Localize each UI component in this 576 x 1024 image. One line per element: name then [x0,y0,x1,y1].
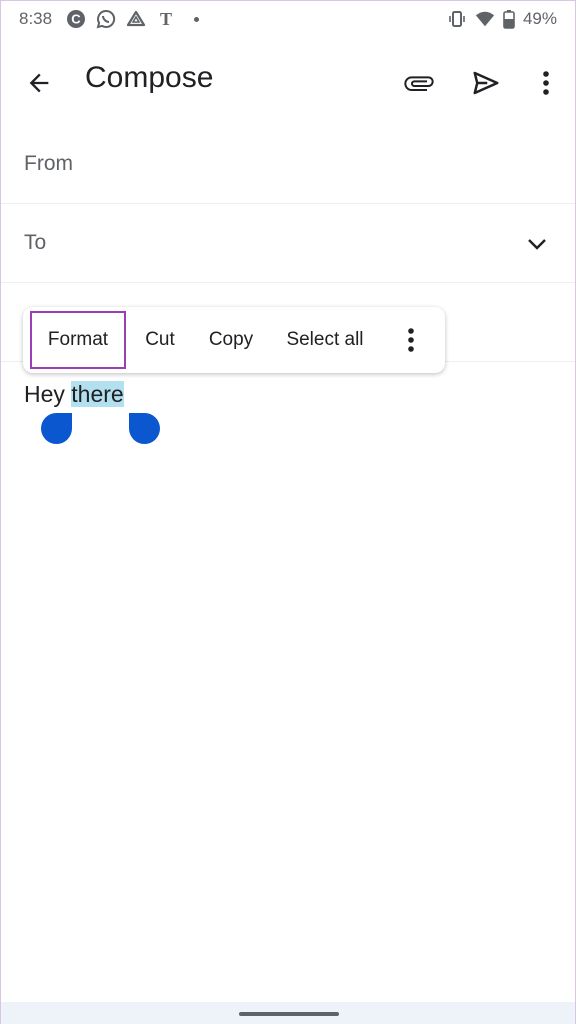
attach-button[interactable] [401,65,437,101]
menu-overflow-button[interactable] [399,307,423,373]
back-button[interactable] [23,67,55,99]
c-app-icon: C [66,9,86,29]
body-text: Hey [24,381,72,407]
battery-icon [503,9,515,29]
wifi-icon [475,9,495,29]
expand-recipients-button[interactable] [525,232,549,256]
svg-text:T: T [160,9,172,29]
selection-start-handle[interactable] [41,413,72,444]
status-bar: 8:38 C T 49% [1,1,575,37]
more-notifications-dot [194,16,200,22]
svg-text:C: C [71,12,81,27]
battery-percent: 49% [522,9,557,28]
drive-triangle-icon [126,9,146,29]
navigation-bar [1,1002,575,1024]
arrow-back-icon [29,73,49,93]
to-label: To [24,231,47,254]
vibrate-icon [447,9,467,29]
from-field[interactable]: From [1,125,575,204]
selected-text: there [71,381,124,407]
selection-end-handle[interactable] [129,413,160,444]
to-field[interactable]: To [1,204,575,283]
more-vert-icon [543,71,549,95]
send-icon [473,71,499,95]
paperclip-icon [404,76,434,91]
more-vert-icon [408,328,414,352]
whatsapp-icon [96,9,116,29]
compose-body[interactable]: Hey there [24,381,124,408]
status-time: 8:38 [19,9,53,28]
text-selection-menu: Format Cut Copy Select all [23,307,445,373]
page-title: Compose [85,61,214,94]
home-gesture-handle[interactable] [239,1012,339,1016]
more-options-button[interactable] [528,65,564,101]
copy-menu-item[interactable]: Copy [206,307,256,373]
from-label: From [24,152,73,175]
app-bar: Compose [1,45,575,117]
send-button[interactable] [468,65,504,101]
chevron-down-icon [528,239,546,250]
select-all-menu-item[interactable]: Select all [282,307,368,373]
nyt-icon: T [156,9,176,29]
format-menu-item[interactable]: Format [30,311,126,369]
cut-menu-item[interactable]: Cut [140,307,180,373]
